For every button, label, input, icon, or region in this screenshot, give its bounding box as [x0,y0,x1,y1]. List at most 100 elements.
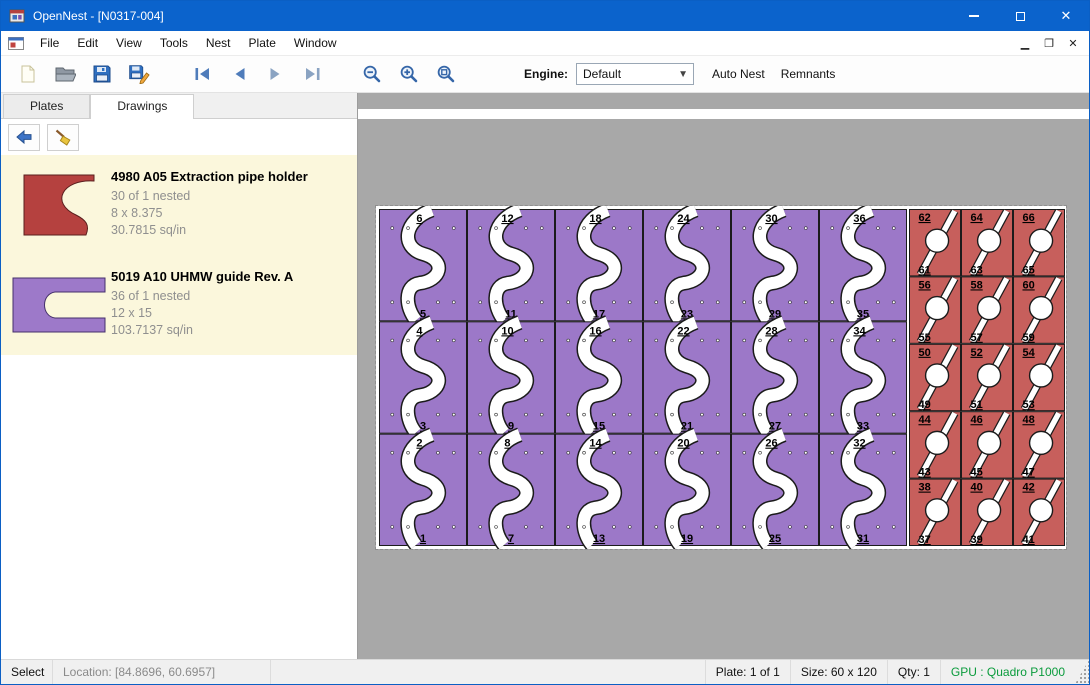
purple-part-pair[interactable]: 1413 [556,434,643,545]
mdi-close-button[interactable]: ✕ [1061,33,1085,53]
red-part-pair[interactable]: 5857 [962,277,1013,344]
purple-part-pair[interactable]: 1615 [556,322,643,433]
menu-item-edit[interactable]: Edit [68,32,107,54]
menu-item-plate[interactable]: Plate [240,32,285,54]
first-plate-button[interactable] [185,59,219,89]
purple-part-pair[interactable]: 43 [380,322,467,433]
remnants-button[interactable]: Remnants [781,67,836,81]
nest-canvas[interactable]: 6512111817242330293635431091615222128273… [358,93,1089,659]
menu-item-file[interactable]: File [31,32,68,54]
mdi-minimize-button[interactable]: ▁ [1013,33,1037,53]
status-bar: Select Location: [84.8696, 60.6957] Plat… [1,659,1089,684]
red-part-pair[interactable]: 3837 [910,479,961,546]
content-area: Plates Drawings 4980 A05 Extraction pi [1,93,1089,659]
app-window: OpenNest - [N0317-004] ✕ File Edit View … [0,0,1090,685]
back-arrow-icon [14,128,34,146]
purple-part-pair[interactable]: 2625 [732,434,819,545]
tab-drawings[interactable]: Drawings [90,94,194,119]
purple-part-pair[interactable]: 3433 [820,322,907,433]
red-part-pair[interactable]: 5655 [910,277,961,344]
svg-text:43: 43 [918,467,930,479]
red-part-pair[interactable]: 6261 [910,210,961,277]
purple-part-pair[interactable]: 2827 [732,322,819,433]
side-tabstrip: Plates Drawings [1,93,357,119]
broom-icon [53,128,73,146]
nest-plate[interactable]: 6512111817242330293635431091615222128273… [376,206,1066,549]
status-mode: Select [1,660,53,684]
red-part-pair[interactable]: 5453 [1014,344,1065,411]
svg-text:49: 49 [918,399,930,411]
purple-part-pair[interactable]: 2019 [644,434,731,545]
clear-button[interactable] [47,124,79,151]
document-icon[interactable] [8,37,24,50]
purple-part-pair[interactable]: 21 [380,434,467,545]
drawing-list-item[interactable]: 4980 A05 Extraction pipe holder 30 of 1 … [1,155,357,255]
svg-text:52: 52 [970,347,982,359]
send-back-button[interactable] [8,124,40,151]
drawing-dimensions: 12 x 15 [111,305,293,322]
svg-text:47: 47 [1022,467,1034,479]
purple-part-pair[interactable]: 3029 [732,210,819,321]
purple-part-pair[interactable]: 3231 [820,434,907,545]
zoom-fit-button[interactable] [429,59,463,89]
purple-part-pair[interactable]: 3635 [820,210,907,321]
red-part-pair[interactable]: 4039 [962,479,1013,546]
red-part-pair[interactable]: 6665 [1014,210,1065,277]
red-part-pair[interactable]: 6059 [1014,277,1065,344]
purple-part-pair[interactable]: 1211 [468,210,555,321]
previous-arrow-icon [229,64,249,84]
svg-text:63: 63 [970,264,982,276]
red-part-pair[interactable]: 52 51 [962,344,1013,411]
nest-plate-svg[interactable]: 6512111817242330293635431091615222128273… [376,206,1066,549]
engine-select[interactable]: Default ▼ [576,63,694,85]
svg-text:60: 60 [1022,279,1034,291]
status-spacer [271,660,705,684]
menu-item-nest[interactable]: Nest [197,32,240,54]
red-part-pair[interactable]: 4241 [1014,479,1065,546]
svg-text:61: 61 [918,264,930,276]
red-part-pair[interactable]: 5049 [910,344,961,411]
close-button[interactable]: ✕ [1043,1,1089,31]
tab-plates[interactable]: Plates [3,94,90,118]
svg-text:51: 51 [970,399,982,411]
red-part-pair[interactable]: 64 63 [962,210,1013,277]
svg-text:64: 64 [970,212,983,224]
purple-part-pair[interactable]: 65 [380,210,467,321]
menu-item-view[interactable]: View [107,32,151,54]
svg-text:53: 53 [1022,399,1034,411]
auto-nest-button[interactable]: Auto Nest [712,67,765,81]
red-part-pair[interactable]: 4847 [1014,412,1065,479]
menu-item-tools[interactable]: Tools [151,32,197,54]
svg-text:36: 36 [853,213,865,225]
svg-text:39: 39 [970,534,982,546]
save-button[interactable] [85,59,119,89]
drawing-list-item[interactable]: 5019 A10 UHMW guide Rev. A 36 of 1 neste… [1,255,357,355]
previous-plate-button[interactable] [222,59,256,89]
svg-text:2: 2 [416,438,422,450]
status-qty: Qty: 1 [887,660,940,684]
minimize-button[interactable] [951,1,997,31]
zoom-in-button[interactable] [392,59,426,89]
new-file-icon [18,64,38,84]
svg-text:28: 28 [765,325,777,337]
purple-part-pair[interactable]: 2423 [644,210,731,321]
svg-text:20: 20 [677,438,689,450]
purple-part-pair[interactable]: 2221 [644,322,731,433]
purple-part-pair[interactable]: 109 [468,322,555,433]
purple-part-pair[interactable]: 87 [468,434,555,545]
red-part-pair[interactable]: 4443 [910,412,961,479]
svg-text:14: 14 [589,438,602,450]
purple-part-pair[interactable]: 1817 [556,210,643,321]
mdi-restore-button[interactable]: ❐ [1037,33,1061,53]
resize-grip[interactable] [1075,660,1089,684]
maximize-button[interactable] [997,1,1043,31]
svg-text:24: 24 [677,213,690,225]
new-button[interactable] [11,59,45,89]
zoom-out-button[interactable] [355,59,389,89]
next-plate-button[interactable] [259,59,293,89]
menu-item-window[interactable]: Window [285,32,346,54]
save-as-button[interactable] [122,59,156,89]
open-button[interactable] [48,59,82,89]
red-part-pair[interactable]: 4645 [962,412,1013,479]
last-plate-button[interactable] [296,59,330,89]
